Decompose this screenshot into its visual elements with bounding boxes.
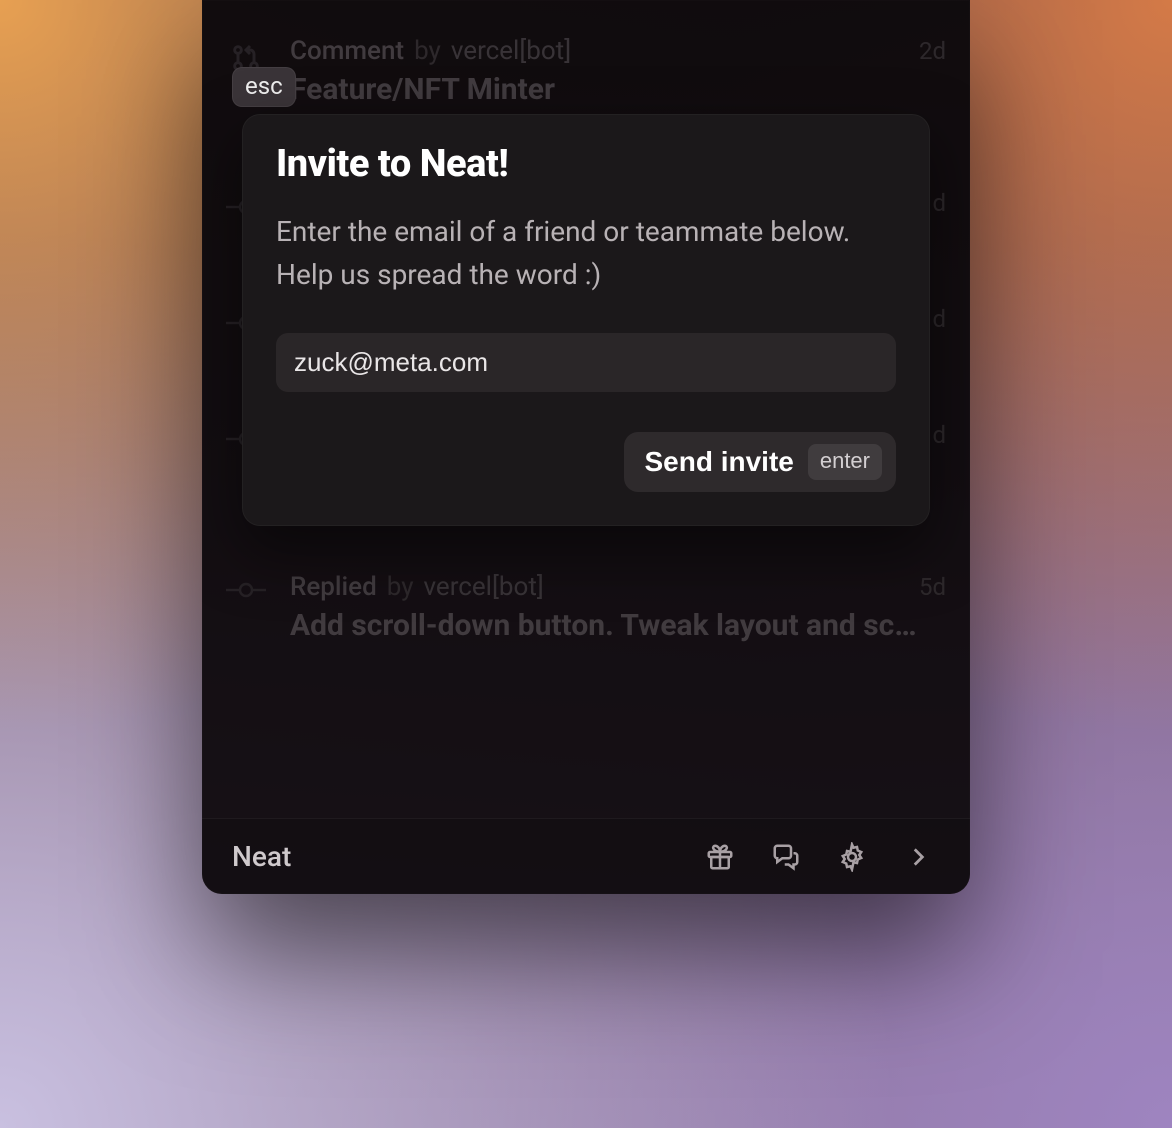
esc-key-hint[interactable]: esc [232,67,296,107]
gear-icon[interactable] [830,835,874,879]
invite-modal: Invite to Neat! Enter the email of a fri… [242,114,930,526]
app-window: Comment by vercel[bot] 2d Feature/NFT Mi… [202,0,970,894]
gift-icon[interactable] [698,835,742,879]
modal-description: Enter the email of a friend or teammate … [276,210,896,297]
brand-label: Neat [232,840,291,873]
footer-bar: Neat [202,818,970,894]
send-invite-button[interactable]: Send invite enter [624,432,896,492]
enter-key-hint: enter [808,444,882,480]
send-invite-label: Send invite [644,446,793,478]
discussion-icon[interactable] [764,835,808,879]
modal-title: Invite to Neat! [276,142,896,186]
invite-email-input[interactable] [276,333,896,392]
chevron-right-icon[interactable] [896,835,940,879]
